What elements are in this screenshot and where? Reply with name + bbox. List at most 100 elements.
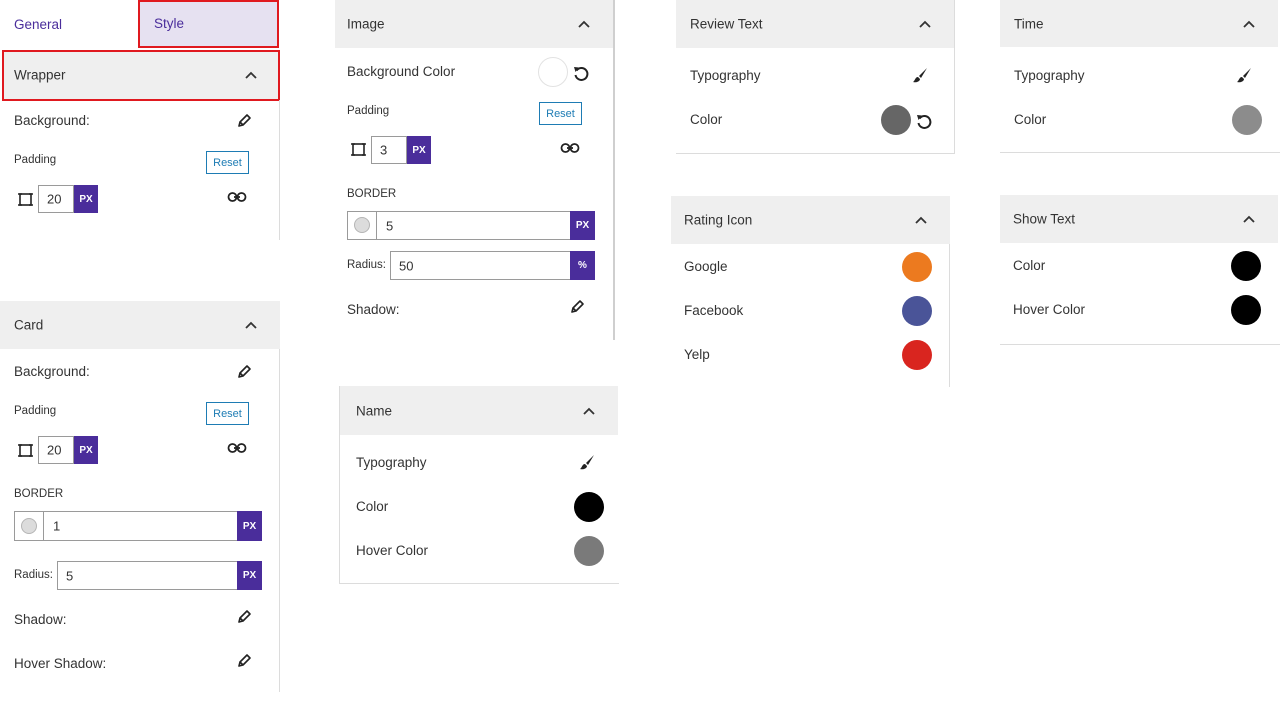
card-hover-shadow-label: Hover Shadow:	[14, 656, 107, 671]
undo-icon[interactable]	[572, 64, 590, 82]
show-text-section-header[interactable]: Show Text	[1000, 195, 1278, 243]
wrapper-padding-input[interactable]: 20	[38, 185, 74, 213]
wrapper-reset-button[interactable]: Reset	[206, 151, 249, 174]
show-text-hover-color-swatch[interactable]	[1231, 295, 1261, 325]
card-padding-input[interactable]: 20	[38, 436, 74, 464]
time-color-swatch[interactable]	[1232, 105, 1262, 135]
padding-box-icon	[351, 143, 366, 156]
chevron-up-icon	[919, 20, 931, 28]
show-text-color-label: Color	[1013, 258, 1046, 273]
time-title: Time	[1014, 16, 1044, 31]
card-radius-unit[interactable]: PX	[237, 561, 262, 590]
undo-icon[interactable]	[915, 112, 933, 130]
rating-facebook-color-swatch[interactable]	[902, 296, 932, 326]
wrapper-divider	[279, 100, 280, 240]
show-text-title: Show Text	[1013, 211, 1076, 227]
card-border-input[interactable]: 1	[14, 511, 238, 541]
chevron-up-icon	[583, 407, 595, 415]
wrapper-padding-unit[interactable]: PX	[74, 185, 98, 213]
name-hover-color-swatch[interactable]	[574, 536, 604, 566]
review-text-color-swatch[interactable]	[881, 105, 911, 135]
name-section-header[interactable]: Name	[340, 386, 618, 435]
link-icon[interactable]	[560, 140, 580, 156]
review-text-color-label: Color	[690, 112, 723, 127]
pencil-icon[interactable]	[569, 299, 585, 315]
card-radius-value: 5	[66, 568, 74, 583]
link-icon[interactable]	[227, 189, 247, 205]
image-radius-input[interactable]: 50	[390, 251, 571, 280]
image-section-header[interactable]: Image	[335, 0, 613, 48]
card-padding-value: 20	[47, 442, 62, 458]
style-tab-highlight	[138, 0, 279, 48]
rating-icon-section-header[interactable]: Rating Icon	[671, 196, 950, 244]
image-radius-label: Radius:	[347, 259, 386, 271]
image-shadow-label: Shadow:	[347, 302, 400, 317]
time-typography-label: Typography	[1014, 68, 1085, 83]
name-title: Name	[356, 403, 393, 418]
card-radius-input[interactable]: 5	[57, 561, 238, 590]
wrapper-header-highlight	[2, 50, 280, 101]
image-border-input[interactable]: 5	[347, 211, 571, 240]
chevron-up-icon	[245, 321, 257, 329]
rating-icon-divider	[949, 244, 950, 387]
wrapper-padding-value: 20	[47, 191, 62, 207]
wrapper-padding-label: Padding	[14, 154, 57, 166]
card-reset-button[interactable]: Reset	[206, 402, 249, 425]
name-color-swatch[interactable]	[574, 492, 604, 522]
time-section-header[interactable]: Time	[1000, 0, 1278, 47]
chevron-up-icon	[1243, 215, 1255, 223]
brush-icon[interactable]	[578, 453, 596, 471]
card-border-unit[interactable]: PX	[237, 511, 262, 541]
image-reset-button[interactable]: Reset	[539, 102, 582, 125]
brush-icon[interactable]	[1235, 66, 1253, 84]
rating-yelp-color-swatch[interactable]	[902, 340, 932, 370]
chevron-up-icon	[1243, 20, 1255, 28]
image-border-value: 5	[386, 218, 394, 233]
link-icon[interactable]	[227, 440, 247, 456]
tab-general[interactable]: General	[14, 17, 62, 32]
image-bg-color-label: Background Color	[347, 64, 456, 79]
image-padding-unit[interactable]: PX	[407, 136, 431, 164]
image-panel-divider	[613, 0, 615, 340]
padding-box-icon	[18, 193, 33, 206]
name-color-label: Color	[356, 499, 389, 514]
show-text-color-swatch[interactable]	[1231, 251, 1261, 281]
image-padding-value: 3	[380, 142, 388, 158]
card-border-value: 1	[53, 518, 61, 534]
rating-google-color-swatch[interactable]	[902, 252, 932, 282]
pencil-icon[interactable]	[236, 364, 252, 380]
review-text-section-header[interactable]: Review Text	[676, 0, 954, 48]
wrapper-background-label: Background:	[14, 113, 90, 128]
border-color-swatch[interactable]	[348, 212, 377, 239]
pencil-icon[interactable]	[236, 609, 252, 625]
image-bg-color-swatch[interactable]	[538, 57, 568, 87]
border-color-swatch[interactable]	[15, 512, 44, 540]
card-padding-unit[interactable]: PX	[74, 436, 98, 464]
name-typography-label: Typography	[356, 455, 427, 470]
rating-yelp-label: Yelp	[684, 347, 710, 362]
card-section-header[interactable]: Card	[0, 301, 280, 349]
brush-icon[interactable]	[911, 66, 929, 84]
pencil-icon[interactable]	[236, 113, 252, 129]
card-border-label: BORDER	[14, 488, 64, 500]
show-text-hover-color-label: Hover Color	[1013, 302, 1086, 317]
review-text-title: Review Text	[690, 16, 763, 32]
rating-facebook-label: Facebook	[684, 303, 744, 318]
image-padding-input[interactable]: 3	[371, 136, 407, 164]
card-background-label: Background:	[14, 364, 90, 379]
image-radius-value: 50	[399, 258, 414, 273]
card-divider	[279, 349, 280, 692]
image-radius-unit[interactable]: %	[570, 251, 595, 280]
card-shadow-label: Shadow:	[14, 612, 67, 627]
pencil-icon[interactable]	[236, 653, 252, 669]
rating-google-label: Google	[684, 259, 728, 274]
review-text-typography-label: Typography	[690, 68, 761, 83]
border-color-dot	[354, 217, 370, 233]
image-title: Image	[347, 16, 385, 32]
image-border-unit[interactable]: PX	[570, 211, 595, 240]
image-padding-label: Padding	[347, 105, 390, 117]
rating-icon-title: Rating Icon	[684, 212, 753, 228]
padding-box-icon	[18, 444, 33, 457]
time-color-label: Color	[1014, 112, 1047, 127]
name-hover-color-label: Hover Color	[356, 543, 429, 558]
